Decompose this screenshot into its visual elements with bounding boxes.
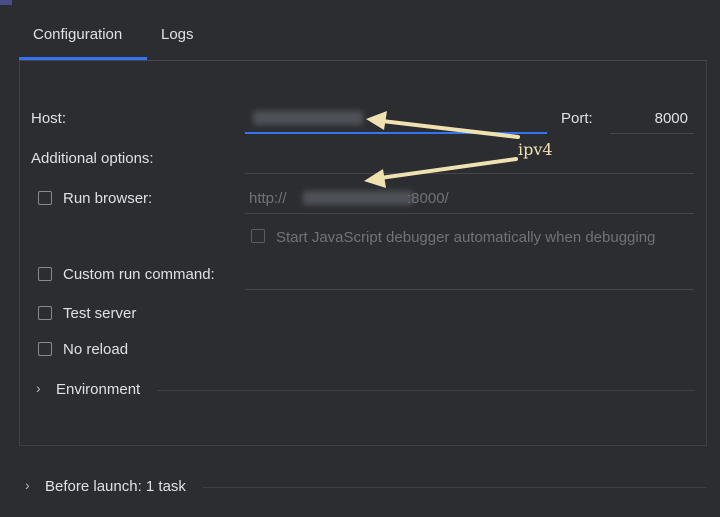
annotation-arrows: [364, 111, 520, 188]
arrow-to-host-icon: [366, 111, 520, 139]
arrow-to-browser-url-icon: [364, 157, 518, 188]
annotation-text: ipv4: [518, 140, 553, 159]
